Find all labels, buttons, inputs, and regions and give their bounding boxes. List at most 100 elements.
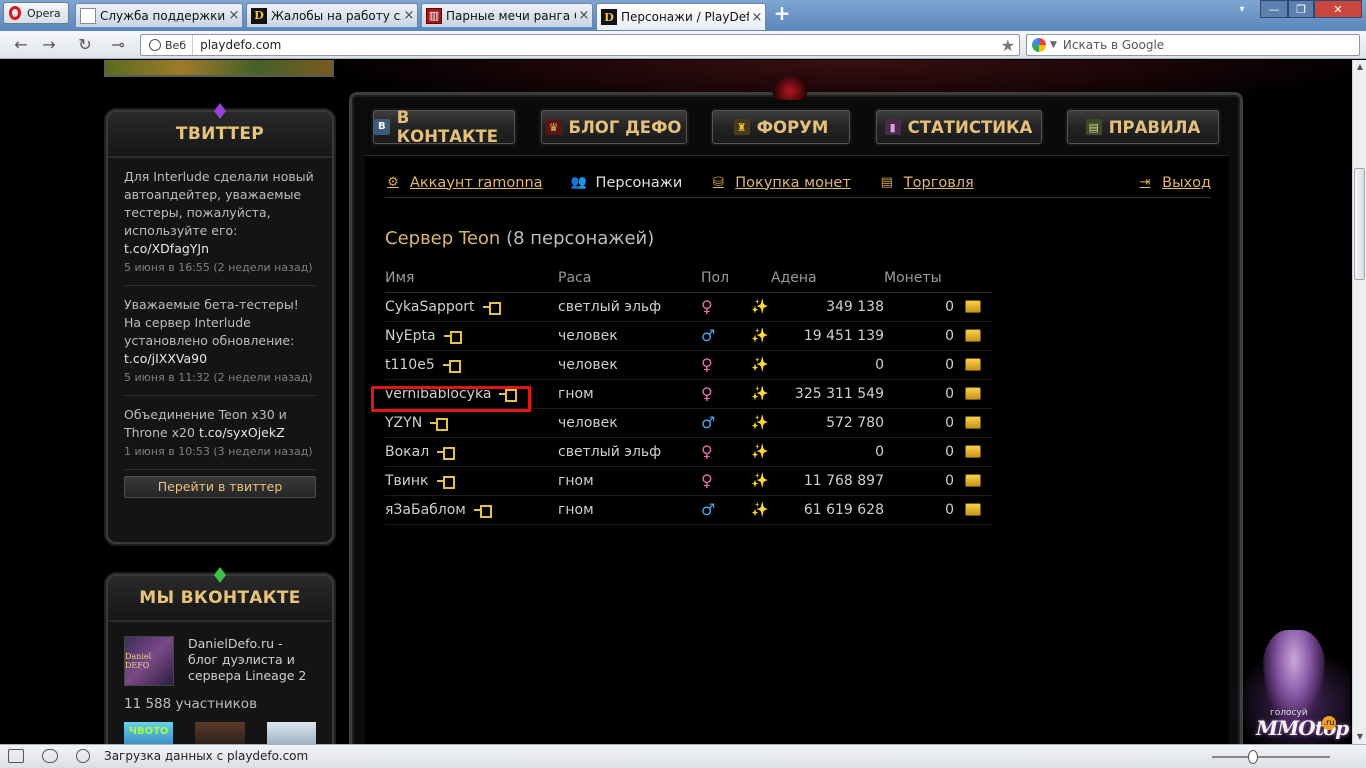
zoom-slider-knob[interactable] (1248, 750, 1258, 764)
gears-icon: ⚙ (387, 175, 399, 190)
browser-tab-4[interactable]: D Персонажи / PlayDefo × (596, 3, 766, 30)
coins-icon[interactable] (965, 474, 981, 487)
magic-wand-icon[interactable]: ✨ (751, 357, 768, 373)
magic-wand-icon[interactable]: ✨ (751, 415, 768, 431)
browser-tab-2[interactable]: D Жалобы на работу сл... × (246, 3, 418, 27)
menu-statistics-button[interactable]: ▮ СТАТИСТИКА (875, 110, 1042, 144)
forward-icon[interactable]: → (38, 35, 60, 55)
tweet-link[interactable]: t.co/XDfagYJn (124, 241, 209, 256)
key-icon[interactable]: ⊸ (106, 35, 130, 55)
header-coins: Монеты (884, 264, 954, 293)
coins-icon[interactable] (965, 503, 981, 516)
close-icon[interactable]: × (226, 8, 242, 23)
magic-wand-icon[interactable]: ✨ (751, 328, 768, 344)
zoom-slider[interactable] (1212, 756, 1330, 758)
scroll-up-icon[interactable]: ▲ (1353, 60, 1366, 74)
mmotop-badge: .ru (1322, 716, 1336, 730)
female-icon: ♀ (701, 297, 713, 316)
panel-toggle-icon[interactable] (8, 749, 24, 763)
back-icon[interactable]: ← (10, 35, 32, 55)
vk-member-avatar[interactable] (266, 722, 316, 744)
character-adena: 349 138 (771, 292, 884, 322)
tab-list-icon[interactable]: ▾ (1236, 0, 1248, 18)
coin-action-cell (954, 466, 992, 496)
search-placeholder: Искать в Google (1062, 38, 1165, 52)
vk-member-avatar[interactable]: ЧВОТО (124, 722, 174, 744)
coins-icon[interactable] (965, 387, 981, 400)
vk-box-header: МЫ ВКОНТАКТЕ (108, 567, 332, 622)
characters-tab[interactable]: 👥 Персонажи (570, 175, 682, 191)
browser-tab-3[interactable]: ▥ Парные мечи ранга С... × (421, 3, 593, 27)
maximize-button[interactable]: ❐ (1288, 0, 1314, 18)
speed-dial-icon[interactable] (76, 749, 90, 763)
coins-icon[interactable] (965, 416, 981, 429)
close-icon[interactable]: × (576, 8, 592, 23)
tweet-link[interactable]: t.co/jIXXVa90 (124, 351, 207, 366)
vk-group-name[interactable]: DanielDefo.ru - блог дуэлиста и сервера … (188, 636, 316, 686)
vertical-scrollbar[interactable]: ▲ ▼ (1352, 60, 1366, 744)
menu-blog-button[interactable]: ♛ БЛОГ ДЕФО (540, 110, 687, 144)
mmotop-vote-widget[interactable]: голосуй MMOtop .ru (1226, 624, 1350, 744)
table-header-row: Имя Раса Пол Адена Монеты (385, 264, 992, 293)
buy-coins-link[interactable]: ⛁ Покупка монет (710, 175, 851, 191)
search-box[interactable]: ▼ Искать в Google (1026, 34, 1360, 56)
address-scheme[interactable]: Веб (141, 35, 194, 55)
magic-wand-icon[interactable]: ✨ (751, 386, 768, 402)
close-window-button[interactable]: ✕ (1314, 0, 1362, 18)
key-icon[interactable] (482, 301, 501, 315)
tweet-item: Для Interlude сделали новый автоапдейтер… (124, 158, 316, 286)
vk-group-avatar[interactable]: Daniel DEFO (124, 636, 174, 686)
minimize-button[interactable]: — (1260, 0, 1288, 18)
character-name[interactable]: CykaSapport (385, 299, 475, 315)
key-icon[interactable] (436, 475, 455, 489)
key-icon[interactable] (473, 504, 492, 518)
character-name[interactable]: Вокал (385, 444, 429, 460)
tweet-date: 5 июня в 11:32 (2 недели назад) (124, 371, 313, 384)
reload-icon[interactable]: ↻ (74, 35, 96, 55)
bookmark-star-icon[interactable]: ★ (1001, 36, 1019, 55)
close-icon[interactable]: × (749, 10, 765, 25)
character-name[interactable]: NyEpta (385, 328, 436, 344)
coins-icon[interactable] (965, 329, 981, 342)
tweet-link[interactable]: t.co/syxOjekZ (199, 425, 285, 440)
new-tab-button[interactable]: + (772, 3, 792, 24)
go-to-twitter-button[interactable]: Перейти в твиттер (124, 476, 316, 498)
character-race: человек (558, 350, 701, 380)
logout-link[interactable]: ⇥ Выход (1137, 175, 1211, 191)
key-icon[interactable] (430, 417, 449, 431)
character-action-cell: ✨ (751, 495, 771, 525)
character-name[interactable]: яЗаБаблом (385, 502, 466, 518)
tweet-item: Уважаемые бета-тестеры! На сервер Interl… (124, 286, 316, 396)
vk-group[interactable]: Daniel DEFO DanielDefo.ru - блог дуэлист… (124, 636, 316, 686)
magic-wand-icon[interactable]: ✨ (751, 502, 768, 518)
menu-forum-button[interactable]: ♜ ФОРУМ (712, 110, 850, 144)
magic-wand-icon[interactable]: ✨ (751, 299, 768, 315)
menu-vkontakte-button[interactable]: В В КОНТАКТЕ (373, 108, 515, 146)
account-link[interactable]: ⚙ Аккаунт ramonna (385, 175, 542, 191)
menu-label: ФОРУМ (756, 117, 829, 137)
key-icon[interactable] (443, 330, 462, 344)
scroll-down-icon[interactable]: ▼ (1353, 730, 1366, 744)
close-icon[interactable]: × (401, 8, 417, 23)
opera-menu-button[interactable]: Opera (3, 2, 69, 24)
tweet-text: Уважаемые бета-тестеры! На сервер Interl… (124, 297, 299, 348)
trade-link[interactable]: ▤ Торговля (879, 175, 974, 191)
key-icon[interactable] (437, 446, 456, 460)
vk-member-avatar[interactable] (195, 722, 245, 744)
character-name[interactable]: t110e5 (385, 357, 435, 373)
coins-icon[interactable] (965, 300, 981, 313)
address-bar[interactable]: Веб playdefo.com ★ (140, 34, 1020, 56)
browser-tab-1[interactable]: Служба поддержки п... × (75, 3, 243, 27)
coins-icon[interactable] (965, 358, 981, 371)
menu-rules-button[interactable]: ▤ ПРАВИЛА (1067, 110, 1219, 144)
chevron-down-icon[interactable]: ▼ (1050, 40, 1057, 50)
coins-icon[interactable] (965, 445, 981, 458)
scrollbar-thumb[interactable] (1354, 168, 1365, 280)
magic-wand-icon[interactable]: ✨ (751, 473, 768, 489)
magic-wand-icon[interactable]: ✨ (751, 444, 768, 460)
address-url[interactable]: playdefo.com (193, 38, 1001, 52)
key-icon[interactable] (442, 359, 461, 373)
cloud-icon[interactable] (42, 749, 58, 763)
character-name[interactable]: YZYN (385, 415, 422, 431)
character-name[interactable]: Твинк (385, 473, 429, 489)
